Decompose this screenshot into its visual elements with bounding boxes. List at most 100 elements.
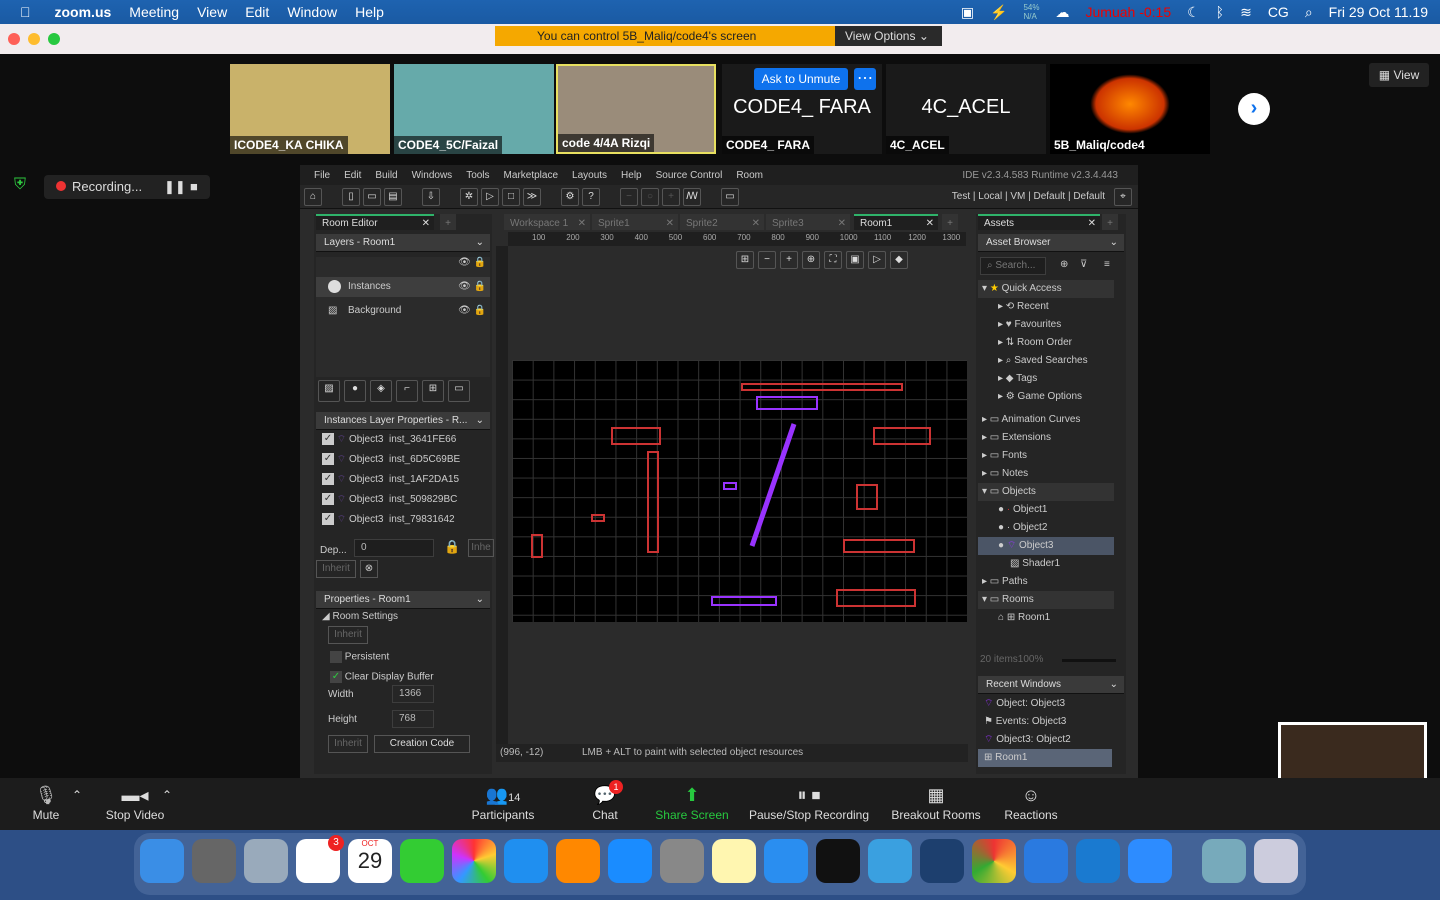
layers-header[interactable]: Layers - Room1 ⌄ [316, 234, 490, 252]
maximize-button[interactable] [48, 33, 60, 45]
menu-edit[interactable]: Edit [245, 4, 269, 20]
dock-trash[interactable] [1254, 839, 1298, 883]
view-button[interactable]: ▦ View [1369, 63, 1429, 87]
visibility-all-icon[interactable]: 👁 🔒 [458, 257, 486, 268]
close-tab-icon[interactable]: ✕ [578, 216, 586, 232]
instance-row[interactable]: ✓ ⌔ Object3 inst_6D5C69BE [316, 450, 490, 470]
room-inherit-button[interactable]: Inherit [328, 626, 368, 644]
dock-chrome[interactable] [972, 839, 1016, 883]
stop-icon[interactable]: □ [502, 187, 520, 206]
participant-tile[interactable]: CODE4_5C/Faizal [394, 64, 554, 154]
inherit-depth-button[interactable]: Inhe [468, 539, 494, 557]
asset-zoom-slider[interactable] [1062, 659, 1116, 662]
gm-menu-windows[interactable]: Windows [412, 170, 453, 181]
settings-icon[interactable]: ⚙ [561, 187, 579, 206]
mute-button[interactable]: 🎙 Mute [22, 778, 70, 830]
menu-app[interactable]: zoom.us [55, 4, 112, 20]
tree-rooms[interactable]: ▾ ▭ Rooms [978, 591, 1114, 609]
reactions-button[interactable]: ☺ Reactions [1000, 778, 1062, 830]
tab-assets[interactable]: Assets ✕ [978, 214, 1100, 230]
clean-icon[interactable]: ≫ [523, 187, 541, 206]
platform-instance[interactable] [711, 596, 777, 606]
recent-windows-header[interactable]: Recent Windows ⌄ [978, 676, 1124, 694]
participant-tile-active[interactable]: code 4/4A Rizqi [556, 64, 716, 154]
tree-saved-searches[interactable]: ▸ ⌕ Saved Searches [978, 352, 1114, 370]
zoom-out-icon[interactable]: − [758, 251, 776, 269]
zoom-reset-icon[interactable]: ⊕ [802, 251, 820, 269]
instance-row[interactable]: ✓ ⌔ Object3 inst_1AF2DA15 [316, 470, 490, 490]
gm-menu-tools[interactable]: Tools [466, 170, 489, 181]
menu-help[interactable]: Help [355, 4, 384, 20]
dock-preview[interactable] [244, 839, 288, 883]
tab-sprite3[interactable]: Sprite3 ✕ [766, 214, 850, 230]
more-button[interactable]: ⋯ [854, 68, 876, 90]
instance-checkbox[interactable]: ✓ [322, 453, 334, 466]
pillar-instance[interactable] [647, 451, 659, 553]
pause-stop-recording-button[interactable]: ⏸ ⏹ Pause/Stop Recording [745, 778, 873, 830]
grid-toggle-icon[interactable]: ⊞ [736, 251, 754, 269]
tab-room1[interactable]: Room1 ✕ [854, 214, 938, 230]
platform-instance[interactable] [873, 427, 931, 445]
zoom-reset-icon[interactable]: ○ [641, 187, 659, 206]
instance-checkbox[interactable]: ✓ [322, 513, 334, 526]
ramp-instance[interactable] [749, 423, 797, 547]
notification-icon[interactable]: ☁ [1056, 4, 1070, 21]
player-instance[interactable] [531, 534, 543, 558]
wifi-icon[interactable]: ≋ [1240, 4, 1252, 21]
platform-instance[interactable] [843, 539, 915, 553]
filter-icon[interactable]: ⊽ [1080, 259, 1087, 270]
room-canvas[interactable] [512, 360, 967, 622]
tree-object1[interactable]: ● · Object1 [978, 501, 1114, 519]
battery-app-icon[interactable]: ⚡ [990, 4, 1007, 21]
new-file-icon[interactable]: ▯ [342, 187, 360, 206]
tree-game-options[interactable]: ▸ ⚙ Game Options [978, 388, 1114, 406]
layer-background[interactable]: ▨ Background 👁 🔒 [316, 301, 490, 321]
instance-checkbox[interactable]: ✓ [322, 473, 334, 486]
chat-button[interactable]: 💬 1 Chat [585, 778, 625, 830]
asset-browser-header[interactable]: Asset Browser ⌄ [978, 234, 1124, 252]
dock-messages[interactable] [400, 839, 444, 883]
apple-icon[interactable]:  [20, 4, 31, 20]
close-tab-icon[interactable]: ✕ [926, 216, 934, 232]
add-tab-button[interactable]: + [1102, 214, 1118, 230]
instance-row[interactable]: ✓ ⌔ Object3 inst_3641FE66 [316, 430, 490, 450]
tab-sprite1[interactable]: Sprite1 ✕ [592, 214, 678, 230]
audio-options-chevron[interactable]: ⌃ [72, 788, 82, 802]
package-icon[interactable]: ⇩ [422, 187, 440, 206]
dock-books[interactable] [556, 839, 600, 883]
close-tab-icon[interactable]: ✕ [422, 216, 430, 232]
dock-1password[interactable] [920, 839, 964, 883]
zoom-out-icon[interactable]: − [620, 187, 638, 206]
dock-terminal[interactable] [816, 839, 860, 883]
persistent-option[interactable]: Persistent [330, 651, 389, 663]
creation-inherit-button[interactable]: Inherit [328, 735, 368, 753]
eraser-icon[interactable]: ◆ [890, 251, 908, 269]
instance-row[interactable]: ✓ ⌔ Object3 inst_79831642 [316, 510, 490, 530]
prayer-time[interactable]: Jumuah -0:15 [1086, 4, 1172, 20]
gm-menu-edit[interactable]: Edit [344, 170, 361, 181]
dock-app[interactable] [868, 839, 912, 883]
layer-instances[interactable]: Instances 👁 🔒 [316, 277, 490, 297]
instance-checkbox[interactable]: ✓ [322, 433, 334, 446]
add-instance-layer-icon[interactable]: ● [344, 380, 366, 402]
close-tab-icon[interactable]: ✕ [1088, 216, 1096, 232]
tree-animation-curves[interactable]: ▸ ▭ Animation Curves [978, 411, 1114, 429]
gm-menu-room[interactable]: Room [736, 170, 763, 181]
stop-recording-button[interactable]: ■ [190, 175, 198, 199]
dock-photos[interactable] [452, 839, 496, 883]
recent-item[interactable]: ⊞ Room1 [978, 749, 1112, 767]
target-selector[interactable]: Test | Local | VM | Default | Default [952, 191, 1105, 202]
tree-favourites[interactable]: ▸ ♥ Favourites [978, 316, 1114, 334]
debug-icon[interactable]: ✲ [460, 187, 478, 206]
dock-finder[interactable] [140, 839, 184, 883]
moon-icon[interactable]: ☾ [1187, 4, 1200, 21]
participant-tile[interactable]: Ask to Unmute ⋯ CODE4_ FARA CODE4_ FARA [722, 64, 882, 154]
eye-icon[interactable]: 👁 🔒 [458, 277, 486, 297]
breakout-rooms-button[interactable]: ▦ Breakout Rooms [886, 778, 986, 830]
room-properties-header[interactable]: Properties - Room1 ⌄ [316, 591, 490, 609]
target-settings-icon[interactable]: ⌖ [1114, 187, 1132, 206]
dock-reminders[interactable]: 3 [296, 835, 344, 883]
dock-notes[interactable] [712, 839, 756, 883]
clear-display-option[interactable]: ✓ Clear Display Buffer [330, 671, 434, 683]
dock-system-preferences[interactable] [660, 839, 704, 883]
